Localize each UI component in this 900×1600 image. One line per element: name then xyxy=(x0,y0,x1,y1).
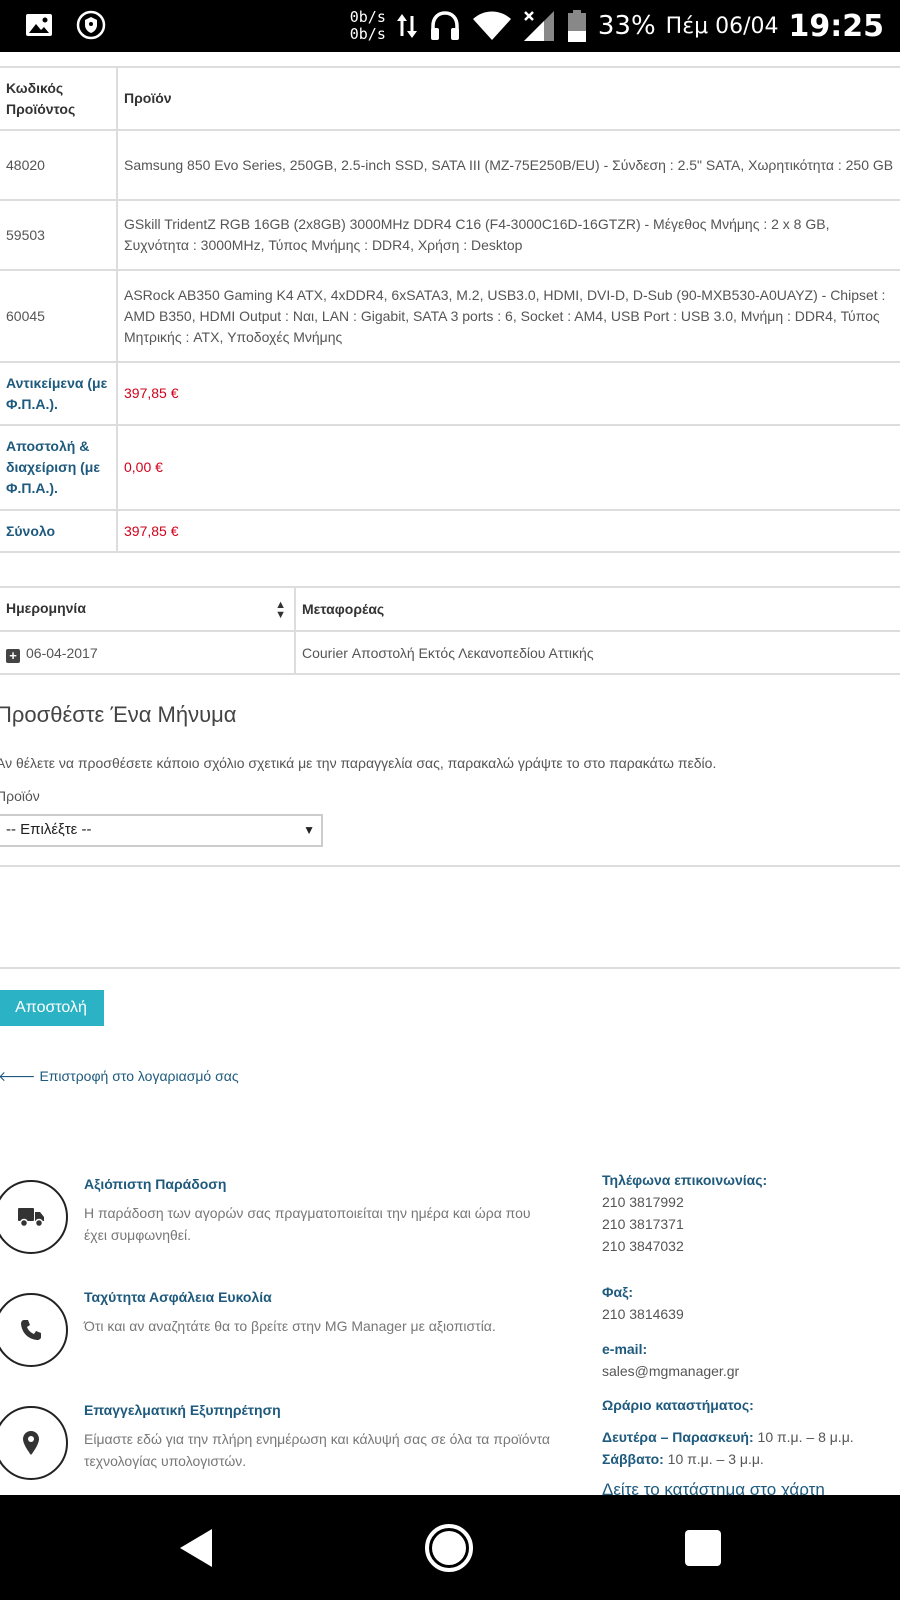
order-items-table: Κωδικός Προϊόντος Προϊόν 48020 Samsung 8… xyxy=(0,66,900,553)
message-section-title: Προσθέστε Ένα Μήνυμα xyxy=(0,702,237,727)
product-code: 48020 xyxy=(0,129,118,201)
navigation-bar xyxy=(0,1495,900,1600)
weekdays-hours: 10 π.μ. – 8 μ.μ. xyxy=(757,1429,854,1445)
send-message-button[interactable]: Αποστολή xyxy=(0,990,104,1026)
contact-phones: Τηλέφωνα επικοινωνίας: 210 3817992 210 3… xyxy=(602,1169,767,1257)
product-code: 59503 xyxy=(0,199,118,271)
status-bar: 0b/s 0b/s 33% Πέμ 06/04 19:25 xyxy=(0,0,900,52)
product-description-line1: ASRock AB350 Gaming K4 ATX, 4xDDR4, 6xSA… xyxy=(124,286,886,303)
shipping-date: 06-04-2017 xyxy=(26,644,98,661)
product-select-label: Προϊόν xyxy=(0,788,40,804)
data-arrows-icon xyxy=(396,14,417,38)
status-date: Πέμ 06/04 xyxy=(665,13,779,39)
network-speed: 0b/s 0b/s xyxy=(350,9,386,43)
arrow-left-icon: 🡐 xyxy=(0,1068,36,1084)
feature-circle xyxy=(0,1293,68,1367)
product-select-value: -- Επιλέξτε -- xyxy=(6,821,92,838)
saturday-label: Σάββατο: xyxy=(602,1451,664,1467)
header-product: Προϊόν xyxy=(116,66,900,131)
table-row: 60045 ASRock AB350 Gaming K4 ATX, 4xDDR4… xyxy=(0,269,900,363)
phone-number[interactable]: 210 3847032 xyxy=(602,1235,767,1257)
message-textarea[interactable] xyxy=(0,865,900,969)
image-icon xyxy=(26,14,52,36)
dropdown-caret-icon: ▼ xyxy=(303,823,315,837)
fax-label: Φαξ: xyxy=(602,1284,633,1300)
back-icon[interactable] xyxy=(172,1523,222,1573)
feature-description: Είμαστε εδώ για την πλήρη ενημέρωση και … xyxy=(84,1431,550,1469)
feature-circle xyxy=(0,1406,68,1480)
phone-number[interactable]: 210 3817992 xyxy=(602,1191,767,1213)
totals-row: Σύνολο 397,85 € xyxy=(0,509,900,553)
store-map-link[interactable]: Δείτε το κατάστημα στο χάρτη xyxy=(602,1480,825,1495)
weekdays-label: Δευτέρα – Παρασκευή: xyxy=(602,1429,754,1445)
net-down-speed: 0b/s xyxy=(349,25,386,43)
table-row: +06-04-2017 Courier Αποστολή Εκτός Λεκαν… xyxy=(0,630,900,675)
feature-circle xyxy=(0,1180,68,1254)
product-description: GSkill TridentZ RGB 16GB (2x8GB) 3000MHz… xyxy=(116,199,900,271)
grand-total-label: Σύνολο xyxy=(0,509,118,553)
product-description-rest: AMD B350, HDMI Output : Ναι, LAN : Gigab… xyxy=(124,307,880,345)
battery-percent: 33% xyxy=(597,11,656,41)
phone-icon xyxy=(21,1320,41,1340)
contact-fax: Φαξ: 210 3814639 xyxy=(602,1281,684,1325)
feature-description: Η παράδοση των αγορών σας πραγματοποιείτ… xyxy=(84,1205,531,1243)
product-description: ASRock AB350 Gaming K4 ATX, 4xDDR4, 6xSA… xyxy=(116,269,900,363)
grand-total-value: 397,85 € xyxy=(116,509,900,553)
feature-title: Επαγγελματική Εξυπηρέτηση xyxy=(84,1402,281,1418)
page-content: Κωδικός Προϊόντος Προϊόν 48020 Samsung 8… xyxy=(0,52,900,1495)
email-label: e-mail: xyxy=(602,1341,648,1357)
feature-title: Ταχύτητα Ασφάλεια Ευκολία xyxy=(84,1289,272,1305)
table-row: 48020 Samsung 850 Evo Series, 250GB, 2.5… xyxy=(0,129,900,201)
headset-icon xyxy=(430,11,459,40)
message-description: Αν θέλετε να προσθέσετε κάποιο σχόλιο σχ… xyxy=(0,755,717,771)
home-icon[interactable] xyxy=(424,1523,474,1573)
shipping-carrier: Courier Αποστολή Εκτός Λεκανοπεδίου Αττι… xyxy=(294,630,900,675)
signal-icon xyxy=(523,11,554,41)
shield-icon xyxy=(76,10,106,40)
shipping-date-cell: +06-04-2017 xyxy=(0,630,296,675)
back-to-account-label: Επιστροφή στο λογαριασμό σας xyxy=(39,1068,239,1084)
product-select[interactable]: -- Επιλέξτε -- ▼ xyxy=(0,814,323,847)
email-address[interactable]: sales@mgmanager.gr xyxy=(602,1360,739,1382)
shipping-table: Ημερομηνία ▲ ▼ Μεταφορέας +06-04-2017 Cou… xyxy=(0,586,900,675)
feature-description: Ότι και αν αναζητάτε θα το βρείτε στην M… xyxy=(84,1318,496,1334)
header-product-code: Κωδικός Προϊόντος xyxy=(0,66,118,131)
product-code: 60045 xyxy=(0,269,118,363)
feature-title: Αξιόπιστη Παράδοση xyxy=(84,1176,227,1192)
product-description: Samsung 850 Evo Series, 250GB, 2.5-inch … xyxy=(116,129,900,201)
expand-plus-icon[interactable]: + xyxy=(6,648,20,663)
phones-label: Τηλέφωνα επικοινωνίας: xyxy=(602,1172,768,1188)
wifi-icon xyxy=(472,11,511,40)
truck-icon xyxy=(18,1208,44,1228)
header-date-label: Ημερομηνία xyxy=(6,600,86,616)
hours-weekdays: Δευτέρα – Παρασκευή: 10 π.μ. – 8 μ.μ. xyxy=(602,1426,854,1448)
hours-saturday: Σάββατο: 10 π.μ. – 3 μ.μ. xyxy=(602,1448,854,1470)
table-row: 59503 GSkill TridentZ RGB 16GB (2x8GB) 3… xyxy=(0,199,900,271)
phone-number[interactable]: 210 3817371 xyxy=(602,1213,767,1235)
items-total-label: Αντικείμενα (με Φ.Π.Α.). xyxy=(0,361,118,426)
totals-row: Αντικείμενα (με Φ.Π.Α.). 397,85 € xyxy=(0,361,900,426)
battery-icon xyxy=(567,10,586,42)
saturday-hours: 10 π.μ. – 3 μ.μ. xyxy=(667,1451,764,1467)
contact-email: e-mail: sales@mgmanager.gr xyxy=(602,1338,739,1382)
header-date[interactable]: Ημερομηνία ▲ ▼ xyxy=(0,586,296,632)
hours-label: Ωράριο καταστήματος: xyxy=(602,1397,754,1413)
sort-icon[interactable]: ▲ ▼ xyxy=(275,600,286,621)
map-pin-icon xyxy=(23,1431,39,1455)
fax-number: 210 3814639 xyxy=(602,1306,684,1322)
net-up-speed: 0b/s xyxy=(349,8,386,26)
header-carrier: Μεταφορέας xyxy=(294,586,900,632)
store-hours: Ωράριο καταστήματος: Δευτέρα – Παρασκευή… xyxy=(602,1394,854,1470)
shipping-total-value: 0,00 € xyxy=(116,424,900,511)
back-to-account-link[interactable]: 🡐 Επιστροφή στο λογαριασμό σας xyxy=(0,1068,239,1085)
items-total-value: 397,85 € xyxy=(116,361,900,426)
shipping-total-label: Αποστολή & διαχείριση (με Φ.Π.Α.). xyxy=(0,424,118,511)
status-time: 19:25 xyxy=(788,8,885,44)
totals-row: Αποστολή & διαχείριση (με Φ.Π.Α.). 0,00 … xyxy=(0,424,900,511)
recents-icon[interactable] xyxy=(678,1523,728,1573)
